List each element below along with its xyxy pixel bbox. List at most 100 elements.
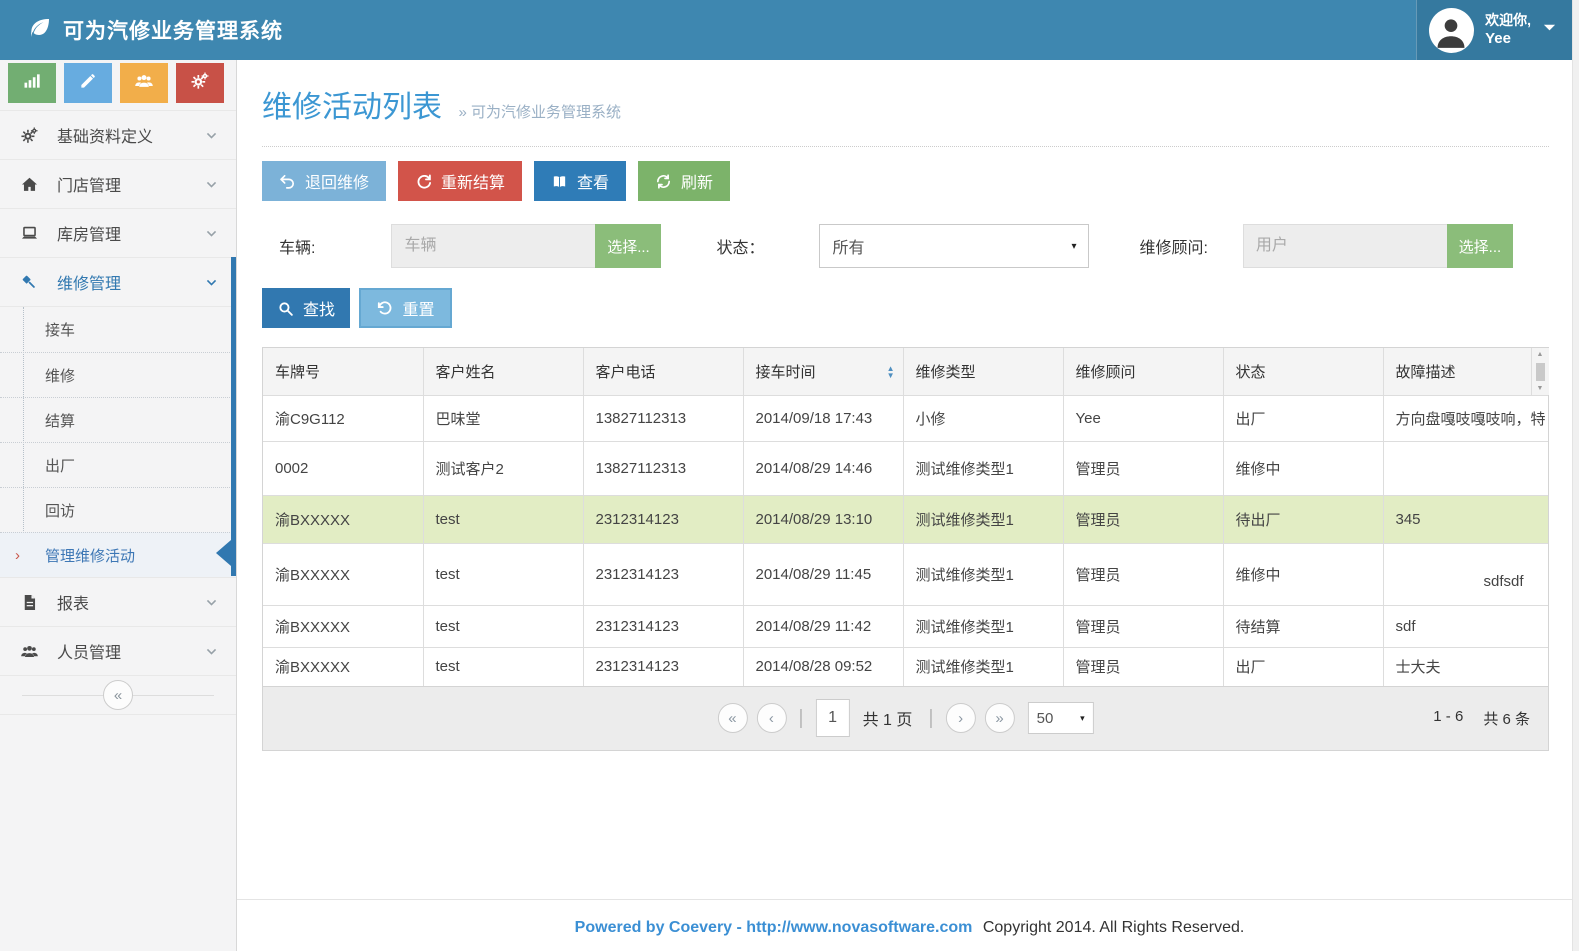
brand[interactable]: 可为汽修业务管理系统 [0,15,283,45]
reset-button[interactable]: 重置 [359,288,452,328]
table-scrollbar[interactable]: ▲ ▼ [1531,348,1548,396]
status-select[interactable]: 所有 ▾ [819,224,1089,268]
pagination-summary: 1 - 6 共 6 条 [1433,708,1548,729]
advisor-input[interactable] [1243,224,1447,268]
gears-icon [20,126,42,145]
page-number-input[interactable] [816,699,850,737]
gavel-icon [20,273,42,292]
breadcrumb: » 可为汽修业务管理系统 [458,104,621,121]
sidebar-item-follow-up[interactable]: › 回访 [0,487,236,532]
scroll-up-icon[interactable]: ▲ [1537,351,1544,358]
view-button[interactable]: 查看 [534,161,626,201]
active-item-arrow [216,540,231,566]
table-cell: 管理员 [1063,442,1223,496]
team-shortcut-button[interactable] [120,63,168,103]
table-cell: test [423,496,583,544]
back-to-repair-button[interactable]: 退回维修 [262,161,386,201]
collapse-sidebar-button[interactable]: « [103,680,133,710]
table-row-selected[interactable]: 渝BXXXXX test 2312314123 2014/08/29 13:10… [263,496,1548,544]
column-header-advisor[interactable]: 维修顾问 [1063,348,1223,396]
last-page-button[interactable]: » [985,703,1015,733]
sidebar-item-personnel[interactable]: 人员管理 [0,626,236,675]
sidebar-item-label: 人员管理 [57,639,121,663]
next-page-button[interactable]: › [946,703,976,733]
table-cell: sdf [1383,606,1548,648]
edit-shortcut-button[interactable] [64,63,112,103]
page-head: 维修活动列表 » 可为汽修业务管理系统 [262,60,1549,147]
column-header-plate[interactable]: 车牌号 [263,348,423,396]
column-header-receive-time[interactable]: 接车时间 ▲ ▼ [743,348,903,396]
table-cell: 巴味堂 [423,396,583,442]
table-cell: 0002 [263,442,423,496]
table-cell: 士大夫 [1383,648,1548,686]
sidebar-item-manage-repair-activity[interactable]: › 管理维修活动 [0,532,236,577]
settings-shortcut-button[interactable] [176,63,224,103]
table-cell: test [423,648,583,686]
stats-icon [22,71,42,96]
sidebar-item-receive-car[interactable]: › 接车 [0,307,236,352]
vehicle-picker: 选择... [391,224,661,268]
scroll-down-icon[interactable]: ▼ [1537,385,1544,392]
first-page-button[interactable]: « [717,703,747,733]
vehicle-choose-button[interactable]: 选择... [595,224,661,268]
table-cell: 渝BXXXXX [263,648,423,686]
table-cell: 2014/08/29 13:10 [743,496,903,544]
table-cell: 渝BXXXXX [263,496,423,544]
table-row[interactable]: 0002 测试客户2 13827112313 2014/08/29 14:46 … [263,442,1548,496]
topbar: 可为汽修业务管理系统 欢迎你, Yee [0,0,1579,60]
column-header-repair-type[interactable]: 维修类型 [903,348,1063,396]
total-pages-label: 共 1 页 [863,706,913,730]
table-row[interactable]: 渝BXXXXX test 2312314123 2014/08/28 09:52… [263,648,1548,686]
table-row[interactable]: 渝BXXXXX test 2312314123 2014/08/29 11:42… [263,606,1548,648]
app-title: 可为汽修业务管理系统 [63,15,283,45]
prev-page-button[interactable]: ‹ [756,703,786,733]
scrollbar-thumb[interactable] [1536,363,1545,381]
table-cell: 测试客户2 [423,442,583,496]
arrow-right-icon: › [15,547,20,564]
table-cell: 渝BXXXXX [263,544,423,606]
resettle-button[interactable]: 重新结算 [398,161,522,201]
gears-icon [190,71,210,96]
table-cell: 2312314123 [583,544,743,606]
stats-shortcut-button[interactable] [8,63,56,103]
sidebar-item-reports[interactable]: 报表 [0,577,236,626]
find-button[interactable]: 查找 [262,288,350,328]
vehicle-label: 车辆: [279,234,315,258]
refresh-button[interactable]: 刷新 [638,161,730,201]
powered-by-link[interactable]: Powered by Coevery - http://www.novasoft… [575,919,973,936]
users-icon [20,642,42,661]
column-header-status[interactable]: 状态 [1223,348,1383,396]
sidebar-item-label: 库房管理 [57,221,121,245]
sort-icon[interactable]: ▲ ▼ [887,365,895,379]
sidebar-item-repair[interactable]: › 维修 [0,352,236,397]
table-row[interactable]: 渝C9G112 巴味堂 13827112313 2014/09/18 17:43… [263,396,1548,442]
vehicle-input[interactable] [391,224,595,268]
report-icon [20,593,42,612]
page-size-select[interactable]: 50 ▾ [1028,702,1094,734]
sidebar-item-repair-mgmt[interactable]: 维修管理 [0,257,236,306]
table-cell [1383,442,1548,496]
sidebar-item-leave-factory[interactable]: › 出厂 [0,442,236,487]
sidebar-shortcuts [0,60,236,110]
sidebar-item-base-data[interactable]: 基础资料定义 [0,110,236,159]
column-header-fault-desc[interactable]: 故障描述 [1383,348,1531,396]
advisor-choose-button[interactable]: 选择... [1447,224,1513,268]
record-total: 共 6 条 [1483,708,1530,729]
table-cell: 345 [1383,496,1548,544]
rotate-right-icon [415,173,432,190]
table-row[interactable]: 渝BXXXXX test 2312314123 2014/08/29 11:45… [263,544,1548,606]
table-cell: 2014/09/18 17:43 [743,396,903,442]
sidebar-item-settle[interactable]: › 结算 [0,397,236,442]
sidebar-item-label: 报表 [57,590,89,614]
table-cell: Yee [1063,396,1223,442]
sidebar-item-warehouse[interactable]: 库房管理 [0,208,236,257]
column-header-customer-name[interactable]: 客户姓名 [423,348,583,396]
page-scrollbar[interactable] [1572,0,1579,951]
column-header-customer-phone[interactable]: 客户电话 [583,348,743,396]
repair-submenu: › 接车 › 维修 › 结算 › 出厂 › 回访 [0,306,236,577]
table-cell: 出厂 [1223,396,1383,442]
site-footer: Powered by Coevery - http://www.novasoft… [237,899,1579,937]
user-menu[interactable]: 欢迎你, Yee [1416,0,1579,60]
table-cell: 维修中 [1223,442,1383,496]
sidebar-item-stores[interactable]: 门店管理 [0,159,236,208]
